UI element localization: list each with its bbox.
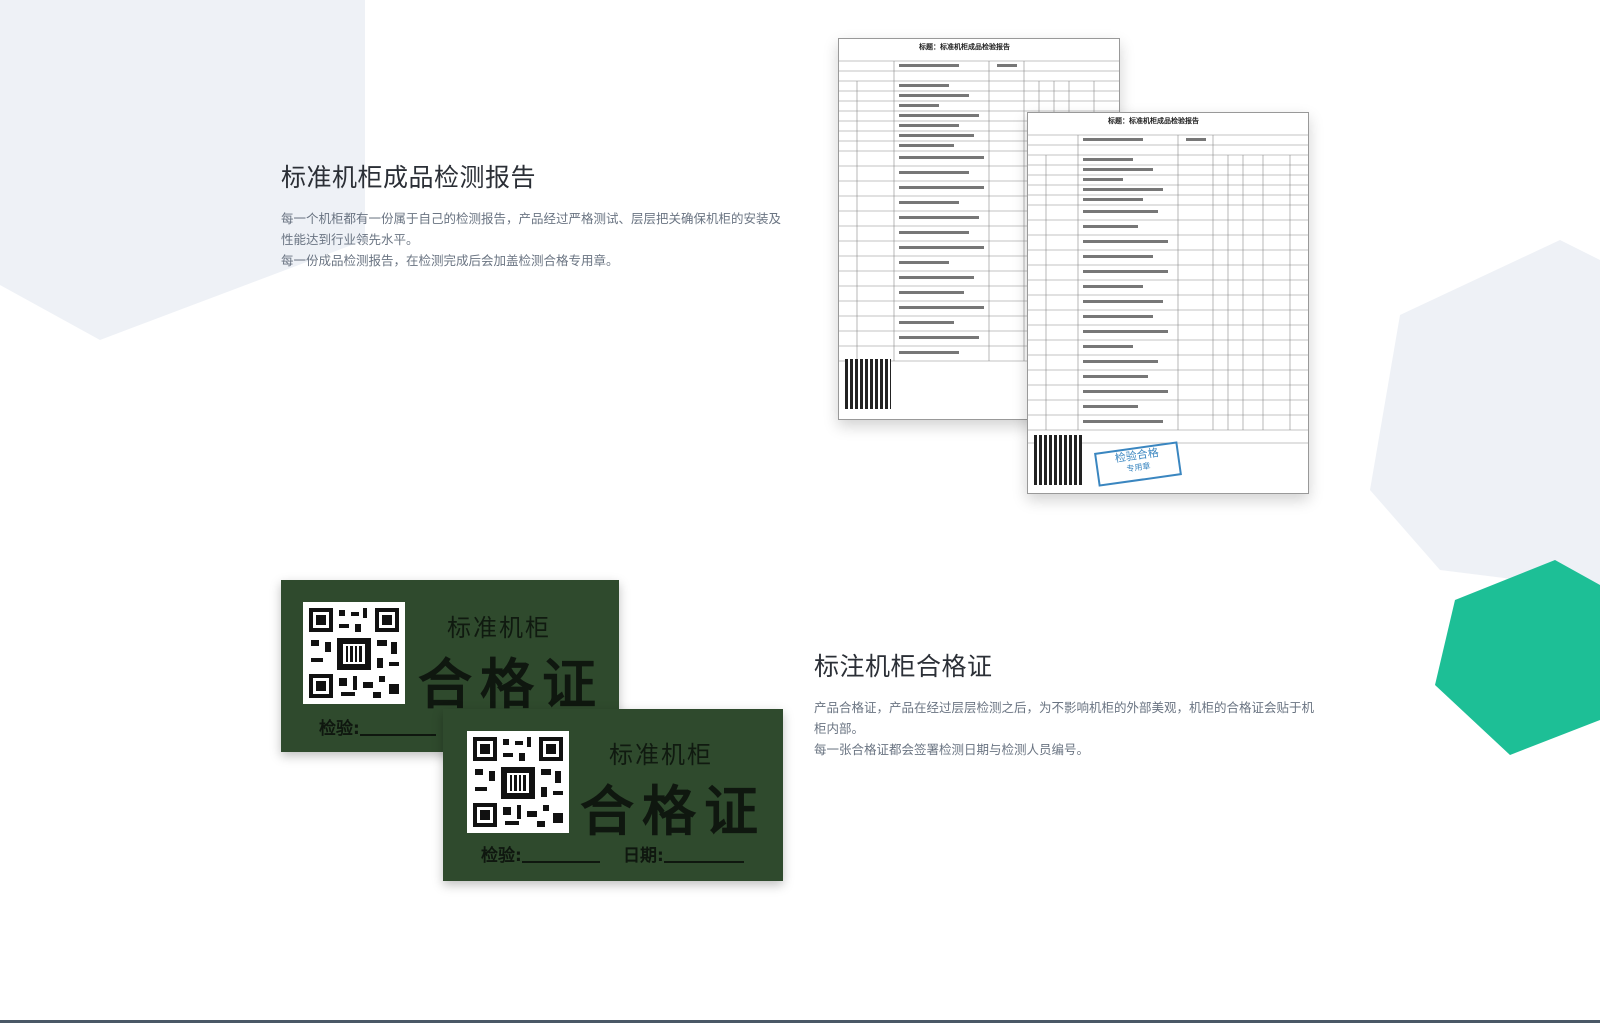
inspect-label: 检验: [319,719,360,739]
accent-polygon-green [1435,560,1600,755]
inspection-report-document-front: 标题：标准机柜成品检验报告 检验合格 专用章 [1027,112,1309,494]
report-section-description: 每一个机柜都有一份属于自己的检测报告，产品经过严格测试、层层把关确保机柜的安装及… [281,208,791,271]
certificate-section-description: 产品合格证，产品在经过层层检测之后，为不影响机柜的外部美观，机柜的合格证会贴于机… [814,697,1324,760]
date-signature-field: 日期: [623,841,744,866]
certificate-main-title: 合格证 [418,653,604,716]
inspector-signature-field: 检验: [319,714,436,739]
report-desc-line: 每一份成品检测报告，在检测完成后会加盖检测合格专用章。 [281,253,619,268]
certificate-desc-line: 每一张合格证都会签署检测日期与检测人员编号。 [814,742,1090,757]
date-label: 日期: [623,846,664,866]
certificate-subtitle: 标准机柜 [447,614,551,642]
certificate-card-front: 标准机柜 合格证 检验: 日期: [443,709,783,881]
inspect-label: 检验: [481,846,522,866]
certificate-subtitle: 标准机柜 [609,741,713,769]
background-polygon-right [1370,240,1600,590]
report-desc-line: 每一个机柜都有一份属于自己的检测报告，产品经过严格测试、层层把关确保机柜的安装及… [281,211,782,247]
qr-code [303,602,405,704]
inspector-signature-field: 检验: [481,841,600,866]
qr-code [845,359,891,409]
qr-code [467,731,569,833]
certificate-section-title: 标注机柜合格证 [814,652,993,681]
certificate-desc-line: 产品合格证，产品在经过层层检测之后，为不影响机柜的外部美观，机柜的合格证会贴于机… [814,700,1315,736]
report-section-title: 标准机柜成品检测报告 [281,163,537,192]
report-table-grid [1028,134,1308,444]
certificate-main-title: 合格证 [580,780,766,843]
qr-code [1034,435,1082,485]
